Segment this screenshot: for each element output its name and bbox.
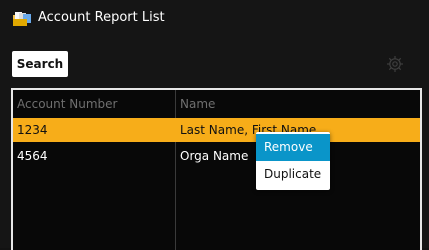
- gear-icon[interactable]: [386, 55, 404, 73]
- table-row[interactable]: 4564 Orga Name: [13, 144, 420, 168]
- column-header-name[interactable]: Name: [180, 92, 215, 116]
- column-header-account-number[interactable]: Account Number: [17, 92, 117, 116]
- cell-name: Orga Name: [180, 149, 249, 163]
- window-title: Account Report List: [38, 10, 165, 25]
- search-button[interactable]: Search: [12, 51, 68, 77]
- title-bar: Account Report List: [0, 0, 429, 36]
- table-header: Account Number Name: [13, 92, 420, 116]
- menu-item-remove[interactable]: Remove: [256, 134, 330, 161]
- cell-account-number: 4564: [17, 149, 48, 163]
- context-menu: Remove Duplicate: [256, 132, 330, 190]
- account-report-panel: Account Report List Search Account Numbe…: [0, 0, 429, 250]
- menu-item-duplicate[interactable]: Duplicate: [256, 161, 330, 188]
- cell-account-number: 1234: [17, 123, 48, 137]
- table-row[interactable]: 1234 Last Name, First Name: [13, 118, 420, 142]
- folder-docs-icon: [13, 11, 31, 26]
- account-table: Account Number Name 1234 Last Name, Firs…: [11, 88, 422, 250]
